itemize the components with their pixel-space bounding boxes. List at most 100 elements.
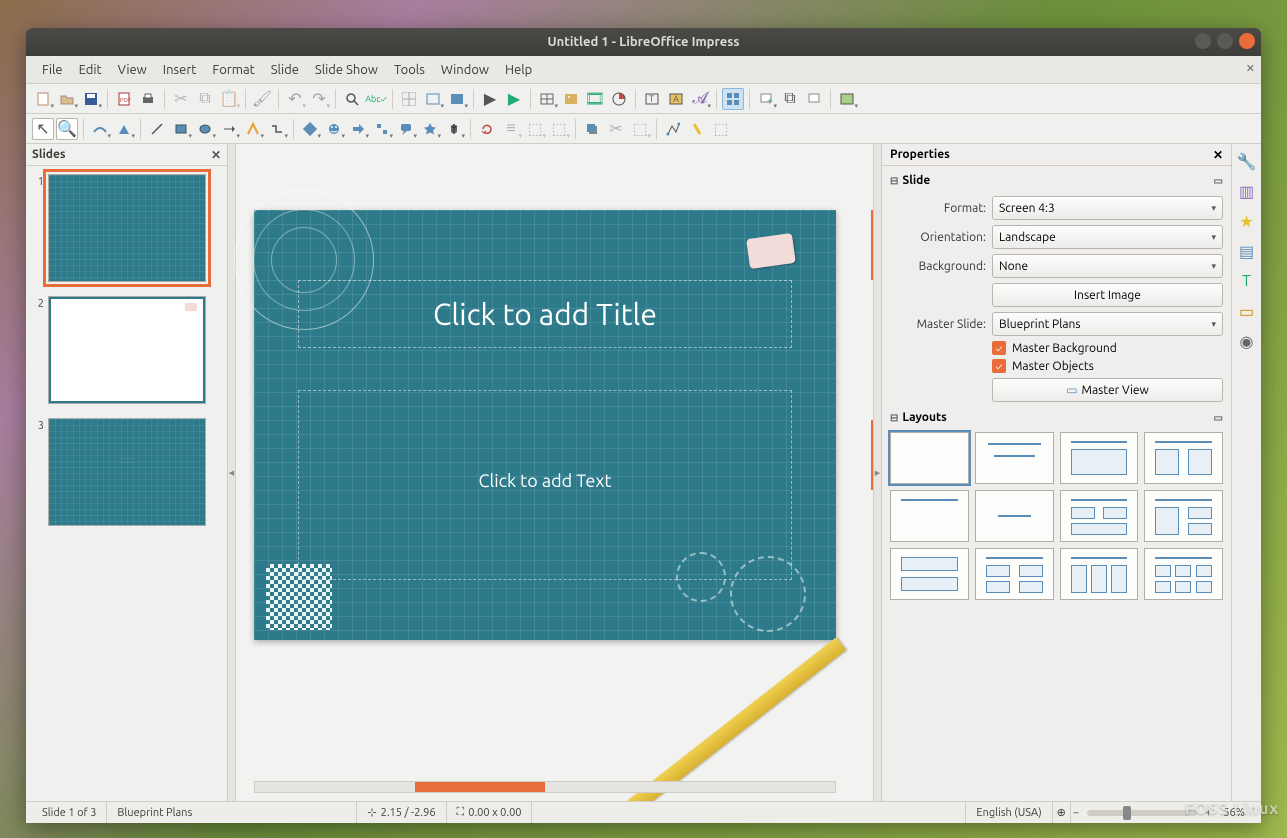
zoom-pan-icon[interactable]: 🔍 (56, 118, 78, 140)
grid-icon[interactable] (398, 88, 420, 110)
fontwork-icon[interactable]: 𝓐 (689, 88, 711, 110)
start-current-icon[interactable]: ▶ (503, 88, 525, 110)
menu-edit[interactable]: Edit (71, 59, 110, 81)
fill-color-icon[interactable] (113, 118, 135, 140)
sidetab-slides-icon[interactable]: ▥ (1236, 180, 1258, 202)
title-placeholder[interactable]: Click to add Title (298, 280, 792, 348)
slide-thumb-1[interactable]: 1 (30, 174, 223, 282)
ellipse-icon[interactable] (194, 118, 216, 140)
extrusion-icon[interactable]: ⬚ (710, 118, 732, 140)
left-splitter[interactable] (228, 144, 236, 801)
horizontal-scrollbar[interactable] (254, 781, 836, 793)
properties-close-icon[interactable]: ✕ (1213, 148, 1223, 162)
format-combo[interactable]: Screen 4:3 (992, 196, 1223, 220)
sidetab-master-icon[interactable]: ▭ (1236, 300, 1258, 322)
duplicate-slide-icon[interactable]: ⧉ (779, 88, 801, 110)
align-icon[interactable]: ≡ (500, 118, 522, 140)
layout-content[interactable] (1060, 432, 1139, 484)
layout-4box[interactable] (975, 548, 1054, 600)
slide-canvas[interactable]: Click to add Title Click to add Text (254, 210, 836, 640)
crop-icon[interactable]: ✂ (605, 118, 627, 140)
symbol-shapes-icon[interactable] (323, 118, 345, 140)
distribute-icon[interactable]: ⬚ (548, 118, 570, 140)
status-language[interactable]: English (USA) (966, 802, 1052, 823)
master-background-check[interactable]: ✓Master Background (992, 341, 1223, 355)
new-slide-icon[interactable]: + (755, 88, 777, 110)
zoom-out-icon[interactable]: − (1071, 802, 1081, 823)
menu-insert[interactable]: Insert (155, 59, 205, 81)
line-color-icon[interactable] (89, 118, 111, 140)
zoom-fit-icon[interactable]: ⊕ (1053, 802, 1071, 823)
start-beginning-icon[interactable]: ▶ (479, 88, 501, 110)
textbox-v-icon[interactable]: A (665, 88, 687, 110)
layout-v2[interactable] (890, 548, 969, 600)
spellcheck-icon[interactable]: Abc✓ (365, 88, 387, 110)
maximize-button[interactable] (1217, 33, 1233, 49)
layout-6a[interactable] (1060, 548, 1139, 600)
textbox-icon[interactable]: T (641, 88, 663, 110)
slide-thumb-3[interactable]: 3 ···· ···· ···· ········ ···· ···· ···· (30, 418, 223, 526)
layout-blank[interactable] (890, 432, 969, 484)
undo-icon[interactable]: ↶ (284, 88, 306, 110)
gluepoints-icon[interactable] (686, 118, 708, 140)
sidetab-navigator-icon[interactable]: ▤ (1236, 240, 1258, 262)
new-doc-icon[interactable] (32, 88, 54, 110)
section-slide[interactable]: Slide▭ (890, 170, 1223, 191)
background-combo[interactable]: None (992, 254, 1223, 278)
orientation-combo[interactable]: Landscape (992, 225, 1223, 249)
minimize-button[interactable] (1195, 33, 1211, 49)
close-button[interactable] (1239, 33, 1255, 49)
find-replace-icon[interactable] (341, 88, 363, 110)
layout-two-content[interactable] (1144, 432, 1223, 484)
menu-window[interactable]: Window (433, 59, 497, 81)
chart-icon[interactable] (608, 88, 630, 110)
layout-2x2[interactable] (1060, 490, 1139, 542)
select-tool-icon[interactable]: ↖ (32, 118, 54, 140)
rotate-icon[interactable] (476, 118, 498, 140)
layout-title[interactable] (975, 432, 1054, 484)
shadow-icon[interactable] (581, 118, 603, 140)
canvas-area[interactable]: Click to add Title Click to add Text (228, 144, 881, 801)
doc-close-icon[interactable]: ✕ (1246, 62, 1255, 75)
masterslide-combo[interactable]: Blueprint Plans (992, 312, 1223, 336)
3d-objects-icon[interactable] (443, 118, 465, 140)
redo-icon[interactable]: ↷ (308, 88, 330, 110)
paste-icon[interactable]: 📋 (218, 88, 240, 110)
table-icon[interactable] (536, 88, 558, 110)
sidetab-properties-icon[interactable]: 🔧 (1236, 150, 1258, 172)
open-icon[interactable] (56, 88, 78, 110)
slide-layout-icon[interactable] (836, 88, 858, 110)
menu-slideshow[interactable]: Slide Show (307, 59, 386, 81)
section-menu-icon[interactable]: ▭ (1214, 175, 1223, 187)
export-pdf-icon[interactable]: PDF (113, 88, 135, 110)
menu-slide[interactable]: Slide (263, 59, 307, 81)
section-menu-icon[interactable]: ▭ (1214, 412, 1223, 424)
arrow-line-icon[interactable] (218, 118, 240, 140)
rectangle-icon[interactable] (170, 118, 192, 140)
master-slide-icon[interactable] (446, 88, 468, 110)
points-icon[interactable] (662, 118, 684, 140)
clone-format-icon[interactable]: 🖌 (251, 88, 273, 110)
delete-slide-icon[interactable] (803, 88, 825, 110)
menu-file[interactable]: File (34, 59, 71, 81)
media-icon[interactable]: 🎞 (584, 88, 606, 110)
cut-icon[interactable]: ✂ (170, 88, 192, 110)
slide-thumb-2[interactable]: 2 (30, 296, 223, 404)
sidetab-gallery-icon[interactable]: ★ (1236, 210, 1258, 232)
layout-6b[interactable] (1144, 548, 1223, 600)
print-icon[interactable] (137, 88, 159, 110)
right-splitter[interactable] (873, 144, 881, 801)
image-icon[interactable] (560, 88, 582, 110)
display-views-icon[interactable] (422, 88, 444, 110)
save-icon[interactable] (80, 88, 102, 110)
flowchart-icon[interactable] (371, 118, 393, 140)
sidetab-shapes-icon[interactable]: T (1236, 270, 1258, 292)
copy-icon[interactable]: ⧉ (194, 88, 216, 110)
callouts-icon[interactable] (395, 118, 417, 140)
show-draw-icon[interactable] (722, 88, 744, 110)
insert-image-button[interactable]: Insert Image (992, 283, 1223, 307)
section-layouts[interactable]: Layouts▭ (890, 407, 1223, 428)
stars-icon[interactable] (419, 118, 441, 140)
slides-panel-close-icon[interactable]: ✕ (211, 148, 221, 162)
menu-format[interactable]: Format (204, 59, 262, 81)
